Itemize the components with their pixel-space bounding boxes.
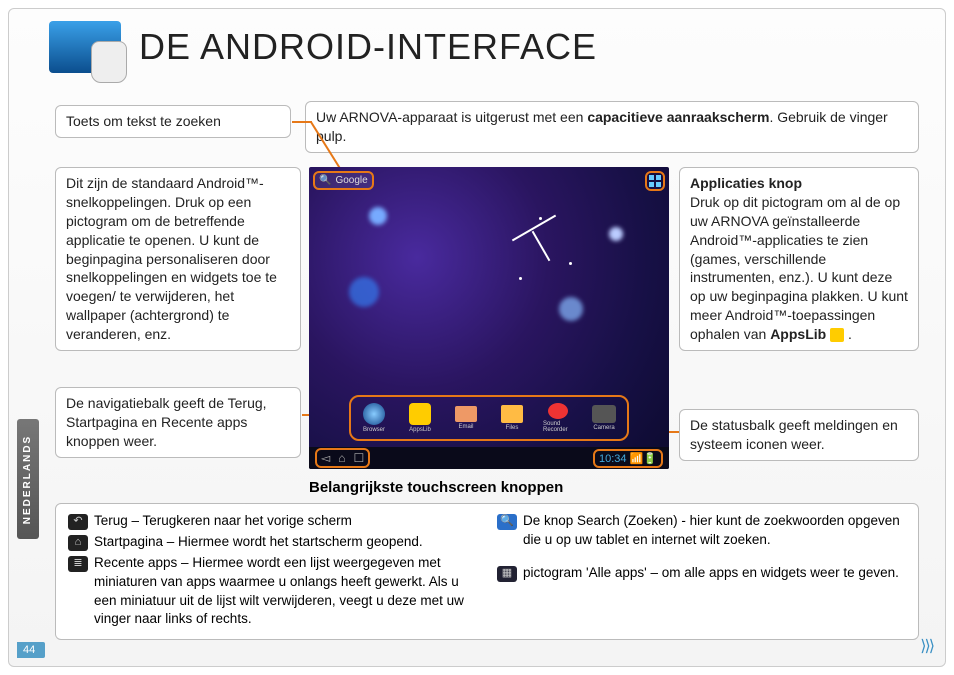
all-apps-icon: ▦ xyxy=(497,566,517,582)
connector-line xyxy=(669,431,679,433)
apps-grid-icon xyxy=(649,175,661,187)
section-heading: Belangrijkste touchscreen knoppen xyxy=(309,479,563,496)
tablet-screenshot: 🔍 Google Browser AppsLib Email Files Sou… xyxy=(309,167,669,469)
text: De statusbalk geeft meldingen en systeem… xyxy=(690,417,898,452)
page-header: DE ANDROID-INTERFACE xyxy=(49,21,597,73)
appslib-icon xyxy=(830,328,844,342)
footer-decoration: ⟩⟩⟩ xyxy=(920,636,933,656)
android-statusbar: ◅ ⌂ ☐ 10:34 📶🔋 xyxy=(309,447,669,469)
dock-app-appslib[interactable]: AppsLib xyxy=(405,403,435,433)
dock-app-browser[interactable]: Browser xyxy=(359,403,389,433)
recent-icon[interactable]: ☐ xyxy=(353,451,364,465)
page-title: DE ANDROID-INTERFACE xyxy=(139,26,597,68)
row-recent: ≣ Recente apps – Hiermee wordt een lijst… xyxy=(68,554,477,630)
text: Recente apps – Hiermee wordt een lijst w… xyxy=(94,554,477,630)
language-label: NEDERLANDS xyxy=(23,434,34,523)
callout-statusbar: De statusbalk geeft meldingen en systeem… xyxy=(679,409,919,461)
touch-illustration-icon xyxy=(49,21,121,73)
heading: Applicaties knop xyxy=(690,174,908,193)
callout-touchscreen: Uw ARNOVA-apparaat is uitgerust met een … xyxy=(305,101,919,153)
back-icon[interactable]: ◅ xyxy=(321,451,330,465)
nav-buttons-highlight: ◅ ⌂ ☐ xyxy=(315,448,370,468)
search-label: Google xyxy=(335,175,367,186)
search-icon: 🔍 xyxy=(319,175,331,186)
row-home: ⌂ Startpagina – Hiermee wordt het starts… xyxy=(68,533,477,552)
text: pictogram 'Alle apps' – om alle apps en … xyxy=(523,564,899,583)
callout-shortcuts: Dit zijn de standaard Android™-snelkoppe… xyxy=(55,167,301,351)
search-icon: 🔍 xyxy=(497,514,517,530)
left-column: ↶ Terug – Terugkeren naar het vorige sch… xyxy=(68,512,477,631)
bold: capacitieve aanraakscherm xyxy=(587,109,769,125)
home-icon[interactable]: ⌂ xyxy=(338,451,345,465)
text: Startpagina – Hiermee wordt het startsch… xyxy=(94,533,423,552)
back-icon: ↶ xyxy=(68,514,88,530)
search-bar-highlight[interactable]: 🔍 Google xyxy=(313,171,374,190)
status-area-highlight: 10:34 📶🔋 xyxy=(593,449,663,468)
text: De navigatiebalk geeft de Terug, Startpa… xyxy=(66,395,267,449)
language-tab: NEDERLANDS xyxy=(17,419,39,539)
callout-text: Toets om tekst te zoeken xyxy=(66,113,221,129)
text: Dit zijn de standaard Android™-snelkoppe… xyxy=(66,175,277,342)
page-number: 44 xyxy=(17,642,45,658)
bold: AppsLib xyxy=(770,326,826,342)
dock-app-camera[interactable]: Camera xyxy=(589,403,619,433)
text: Terug – Terugkeren naar het vorige scher… xyxy=(94,512,352,531)
clock-time: 10:34 xyxy=(599,453,627,465)
recent-apps-icon: ≣ xyxy=(68,556,88,572)
text: Uw ARNOVA-apparaat is uitgerust met een xyxy=(316,109,587,125)
text: De knop Search (Zoeken) - hier kunt de z… xyxy=(523,512,906,550)
dock-highlight: Browser AppsLib Email Files Sound Record… xyxy=(349,395,629,441)
callout-apps-button: Applicaties knop Druk op dit pictogram o… xyxy=(679,167,919,351)
dock-app-files[interactable]: Files xyxy=(497,403,527,433)
manual-page: DE ANDROID-INTERFACE Toets om tekst te z… xyxy=(8,8,946,667)
text: Druk op dit pictogram om al de op uw ARN… xyxy=(690,194,908,342)
row-back: ↶ Terug – Terugkeren naar het vorige sch… xyxy=(68,512,477,531)
row-search: 🔍 De knop Search (Zoeken) - hier kunt de… xyxy=(497,512,906,550)
home-icon: ⌂ xyxy=(68,535,88,551)
dock-app-email[interactable]: Email xyxy=(451,403,481,433)
right-column: 🔍 De knop Search (Zoeken) - hier kunt de… xyxy=(497,512,906,631)
callout-navbar: De navigatiebalk geeft de Terug, Startpa… xyxy=(55,387,301,458)
all-apps-highlight[interactable] xyxy=(645,171,665,191)
row-all-apps: ▦ pictogram 'Alle apps' – om alle apps e… xyxy=(497,564,906,583)
touchscreen-buttons-list: ↶ Terug – Terugkeren naar het vorige sch… xyxy=(55,503,919,640)
dock-app-recorder[interactable]: Sound Recorder xyxy=(543,403,573,433)
callout-search-hint: Toets om tekst te zoeken xyxy=(55,105,291,138)
